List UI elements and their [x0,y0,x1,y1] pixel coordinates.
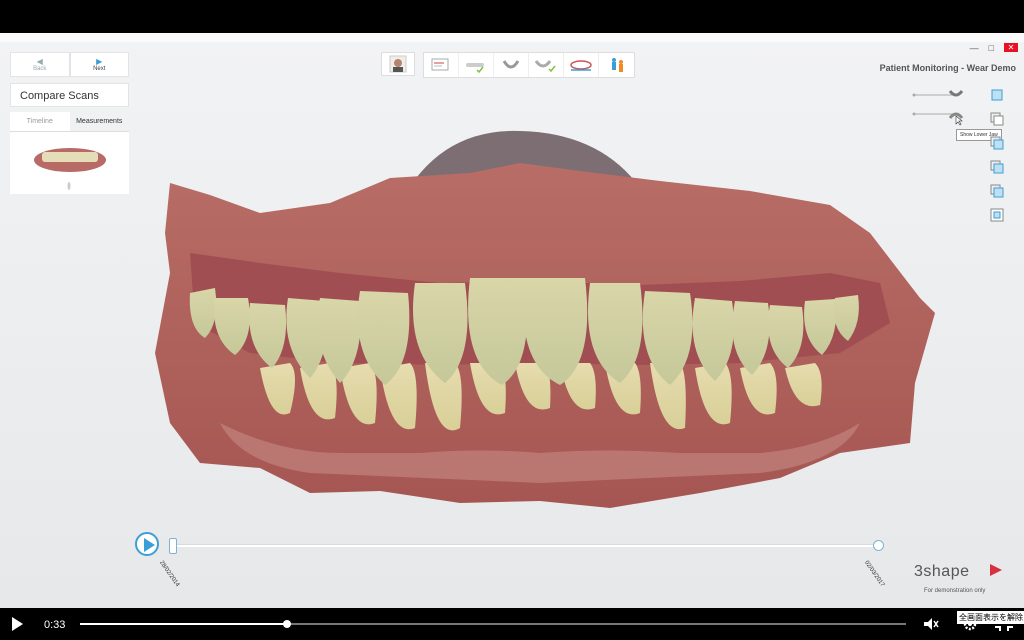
window-title-strip [0,33,1024,42]
fit-view-icon[interactable] [990,208,1004,222]
scan-thumbnail[interactable] [10,132,129,194]
play-icon[interactable] [12,617,23,631]
panel-title: Compare Scans [10,83,129,107]
brand-logo: 3shape [914,563,970,580]
app-title: Patient Monitoring - Wear Demo [879,63,1016,73]
next-label: Next [93,65,106,72]
brand-logo-triangle-icon [990,564,1002,576]
nav-buttons: ◀ Back ▶ Next [10,52,129,77]
demo-note: For demonstration only [924,588,986,594]
player-time: 0:33 [44,619,66,631]
top-view-icon[interactable] [990,184,1004,198]
exit-fullscreen-tooltip: 全画面表示を解除 [957,611,1024,624]
next-button[interactable]: ▶ Next [69,52,129,77]
workflow-toolbar [381,52,635,78]
app-window: — □ ✕ ◀ Back ▶ Next Compare Scans Timeli… [0,33,1024,608]
workflow-steps [423,52,635,78]
jaw-scan-icon[interactable] [494,53,529,77]
panel-tabs: Timeline Measurements [10,112,129,132]
back-arrow-icon: ◀ [36,56,43,66]
tab-timeline[interactable]: Timeline [10,112,70,132]
prescription-icon[interactable] [424,53,459,77]
dental-scan-3d-view[interactable] [140,123,940,543]
scan-thumbnail-panel [10,132,129,194]
close-icon[interactable]: ✕ [1004,43,1018,52]
view-tools [990,88,1004,222]
side-view-icon[interactable] [990,160,1004,174]
timeline-end-date: 02/03/2017 [863,560,886,589]
lower-jaw-view-icon[interactable] [990,112,1004,126]
timeline-start-handle[interactable] [169,538,177,554]
window-controls: — □ ✕ [970,43,1018,53]
bite-scan-icon[interactable] [529,53,564,77]
next-arrow-icon: ▶ [96,56,103,66]
upper-jaw-view-icon[interactable] [990,88,1004,102]
player-progress-track[interactable] [80,620,906,628]
timeline-play-button[interactable] [135,532,159,556]
player-progress-fill [80,623,287,625]
patient-photo-icon[interactable] [381,52,415,76]
player-progress-handle[interactable] [282,620,291,628]
mute-icon[interactable] [923,617,939,631]
maximize-icon[interactable]: □ [989,43,994,53]
timeline-start-date: 28/02/2014 [158,560,181,589]
patient-figure-icon[interactable] [599,53,634,77]
minimize-icon[interactable]: — [970,43,979,53]
timeline-end-handle[interactable] [873,540,884,551]
tab-measurements[interactable]: Measurements [69,112,129,132]
scanner-icon[interactable] [459,53,494,77]
back-button[interactable]: ◀ Back [10,52,70,77]
front-view-icon[interactable] [990,136,1004,150]
compare-scans-icon[interactable] [564,53,599,77]
letterbox-top [0,0,1024,33]
timeline-track[interactable] [174,544,878,547]
back-label: Back [33,65,47,72]
